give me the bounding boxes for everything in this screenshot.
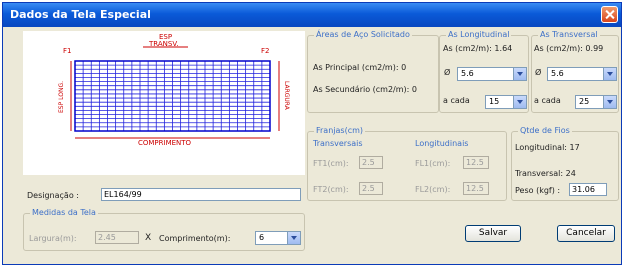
chevron-down-icon bbox=[603, 96, 616, 108]
comprimento-label: COMPRIMENTO bbox=[138, 139, 192, 147]
medidas-title: Medidas da Tela bbox=[30, 208, 98, 217]
chevron-down-icon bbox=[287, 232, 300, 244]
transv-label: TRANSV. bbox=[148, 40, 178, 48]
franjas-longitudinais-label: Longitudinais bbox=[415, 139, 469, 148]
comprimento-value: 6 bbox=[259, 233, 265, 242]
fios-longitudinal-label: Longitudinal: 17 bbox=[515, 143, 580, 152]
transversal-title: As Transversal bbox=[538, 30, 600, 39]
fl1-field[interactable]: 12.5 bbox=[463, 156, 489, 169]
longitudinal-as-label: As (cm2/m): 1.64 bbox=[443, 44, 513, 53]
mesh-grid bbox=[74, 60, 271, 132]
transversal-phi-label: Ø bbox=[535, 68, 542, 77]
title-bar: Dados da Tela Especial bbox=[3, 3, 621, 27]
transversal-phi-select[interactable]: 5.6 bbox=[547, 67, 617, 81]
transversal-as-label: As (cm2/m): 0.99 bbox=[534, 44, 604, 53]
peso-field[interactable]: 31.06 bbox=[569, 183, 607, 196]
chevron-down-icon bbox=[603, 68, 616, 80]
esp-long-label: ESP LONG. bbox=[58, 81, 65, 113]
longitudinal-acada-select[interactable]: 15 bbox=[485, 95, 527, 109]
longitudinal-acada-label: a cada bbox=[443, 96, 470, 105]
ft1-label: FT1(cm): bbox=[313, 159, 349, 168]
as-principal-label: As Principal (cm2/m): 0 bbox=[313, 63, 407, 72]
designacao-field[interactable]: EL164/99 bbox=[101, 188, 301, 201]
chevron-down-icon bbox=[513, 68, 526, 80]
longitudinal-title: As Longitudinal bbox=[446, 30, 512, 39]
transversal-acada-label: a cada bbox=[534, 96, 561, 105]
fl2-field[interactable]: 12.5 bbox=[463, 182, 489, 195]
comprimento-select[interactable]: 6 bbox=[255, 231, 301, 245]
franjas-title: Franjas(cm) bbox=[314, 126, 366, 135]
areas-title: Áreas de Aço Solicitado bbox=[314, 30, 412, 39]
longitudinal-phi-value: 5.6 bbox=[461, 69, 474, 78]
dialog-window: Dados da Tela Especial F1 F2 ESP TRANSV.… bbox=[2, 2, 622, 265]
f1-label: F1 bbox=[63, 47, 71, 55]
as-secundario-label: As Secundário (cm2/m): 0 bbox=[313, 85, 417, 94]
largura-label: LARGURA bbox=[283, 81, 290, 111]
designacao-label: Designação : bbox=[27, 191, 79, 200]
comprimento-label: Comprimento(m): bbox=[159, 234, 231, 243]
franjas-transversais-label: Transversais bbox=[313, 139, 363, 148]
f2-label: F2 bbox=[261, 47, 269, 55]
areas-group: Áreas de Aço Solicitado bbox=[307, 30, 439, 113]
close-button[interactable] bbox=[601, 6, 618, 23]
times-label: X bbox=[145, 233, 152, 243]
longitudinal-phi-label: Ø bbox=[444, 68, 451, 77]
chevron-down-icon bbox=[513, 96, 526, 108]
cancel-button[interactable]: Cancelar bbox=[557, 225, 615, 242]
largura-field[interactable]: 2.45 bbox=[95, 231, 139, 244]
largura-label: Largura(m): bbox=[29, 234, 77, 243]
fl1-label: FL1(cm): bbox=[415, 159, 451, 168]
transversal-acada-select[interactable]: 25 bbox=[575, 95, 617, 109]
save-button[interactable]: Salvar bbox=[465, 225, 521, 242]
transversal-phi-value: 5.6 bbox=[551, 69, 564, 78]
longitudinal-acada-value: 15 bbox=[489, 97, 500, 106]
peso-label: Peso (kgf) : bbox=[515, 186, 561, 195]
ft2-label: FT2(cm): bbox=[313, 185, 349, 194]
transversal-acada-value: 25 bbox=[579, 97, 590, 106]
mesh-preview: F1 F2 ESP TRANSV. ESP LONG. LARGURA COMP… bbox=[23, 31, 305, 175]
ft1-field[interactable]: 2.5 bbox=[359, 156, 383, 169]
fios-transversal-label: Transversal: 24 bbox=[515, 169, 576, 178]
fios-title: Qtde de Fios bbox=[518, 126, 572, 135]
mesh-drawing: F1 F2 ESP TRANSV. ESP LONG. LARGURA COMP… bbox=[58, 33, 290, 147]
longitudinal-phi-select[interactable]: 5.6 bbox=[457, 67, 527, 81]
ft2-field[interactable]: 2.5 bbox=[359, 182, 383, 195]
window-title: Dados da Tela Especial bbox=[10, 8, 151, 21]
fl2-label: FL2(cm): bbox=[415, 185, 451, 194]
